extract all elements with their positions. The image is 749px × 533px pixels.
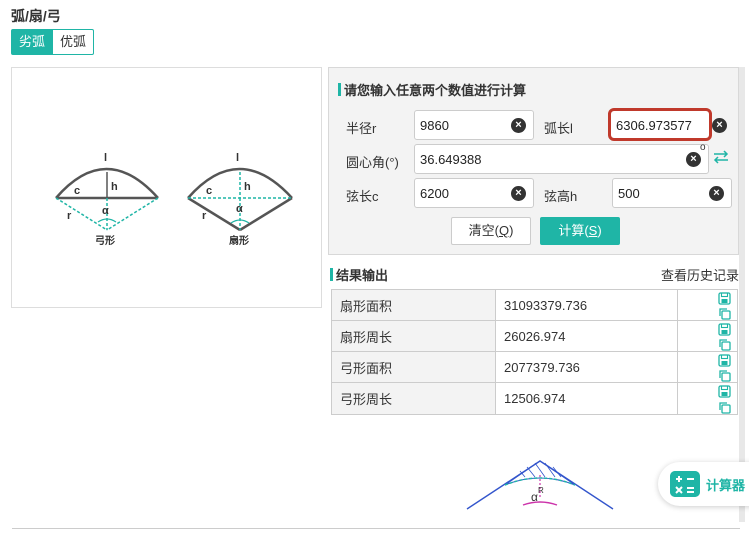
sector-r-label: r	[202, 210, 207, 222]
segment-alpha-label: α	[102, 205, 109, 217]
sector-figure: l h c r α 扇形	[187, 152, 293, 247]
save-icon[interactable]	[718, 354, 731, 367]
chord-label: 弦长c	[346, 189, 379, 204]
table-row: 弓形面积 2077379.736	[331, 351, 738, 384]
angle-value: 36.649388	[420, 152, 482, 167]
angle-input[interactable]: 36.649388 ×	[414, 144, 709, 174]
calculator-title: 请您输入任意两个数值进行计算	[344, 83, 527, 98]
result-value: 31093379.736	[495, 288, 678, 322]
arc-length-input[interactable]: 6306.973577	[608, 108, 712, 141]
angle-clear-icon[interactable]: ×	[686, 152, 701, 167]
result-value: 2077379.736	[495, 351, 678, 384]
arc-length-clear-icon[interactable]: ×	[712, 118, 727, 133]
segment-l-label: l	[104, 152, 107, 164]
copy-icon[interactable]	[718, 401, 731, 414]
height-value: 500	[618, 186, 640, 201]
scrollbar[interactable]	[739, 67, 745, 522]
arc-length-label: 弧长l	[544, 121, 573, 136]
result-accent-bar	[330, 268, 333, 281]
segment-figure: l h c r α 弓形	[55, 152, 159, 247]
radius-value: 9860	[420, 118, 449, 133]
table-row: 扇形面积 31093379.736	[331, 288, 738, 322]
sector-alpha-label: α	[236, 203, 243, 215]
results-title: 结果输出	[336, 268, 389, 283]
copy-icon[interactable]	[718, 369, 731, 383]
result-value: 26026.974	[495, 320, 678, 353]
divider	[12, 528, 740, 529]
chord-value: 6200	[420, 186, 449, 201]
angle-label: 圆心角(°)	[346, 155, 399, 170]
title-accent-bar	[338, 83, 341, 96]
result-name: 扇形周长	[331, 320, 496, 353]
sector-l-label: l	[236, 152, 239, 164]
radius-clear-icon[interactable]: ×	[511, 118, 526, 133]
result-name: 弓形周长	[331, 382, 496, 415]
table-row: 扇形周长 26026.974	[331, 320, 738, 353]
result-name: 扇形面积	[331, 288, 496, 322]
copy-icon[interactable]	[718, 338, 731, 351]
shapes-diagram: l h c r α 弓形 l h c r α 扇形	[55, 152, 293, 247]
clear-button[interactable]: 清空(Q)	[451, 217, 531, 245]
calculator-float-button[interactable]: 计算器	[658, 462, 749, 506]
height-clear-icon[interactable]: ×	[709, 186, 724, 201]
calculator-float-label: 计算器	[706, 477, 746, 493]
degree-unit: o	[700, 142, 706, 153]
calculator-panel: 请您输入任意两个数值进行计算 半径r 9860 × 弧长l 6306.97357…	[328, 67, 739, 255]
curve-alpha-label: α	[531, 490, 538, 504]
page-title: 弧/扇/弓	[11, 8, 61, 24]
save-icon[interactable]	[718, 385, 731, 399]
arc-length-value: 6306.973577	[616, 118, 692, 133]
chord-clear-icon[interactable]: ×	[511, 186, 526, 201]
copy-icon[interactable]	[718, 307, 731, 320]
swap-unit-icon[interactable]	[713, 150, 729, 164]
diagram-box: l h c r α 弓形 l h c r α 扇形	[11, 67, 322, 308]
segment-r-label: r	[67, 210, 72, 222]
sector-h-label: h	[244, 181, 251, 193]
radius-input[interactable]: 9860 ×	[414, 110, 534, 140]
segment-c-label: c	[74, 185, 80, 197]
table-row: 弓形周长 12506.974	[331, 382, 738, 415]
sector-caption: 扇形	[229, 234, 249, 247]
calculator-icon	[670, 471, 700, 497]
tab-major-arc[interactable]: 优弧	[53, 29, 95, 55]
result-value: 12506.974	[495, 382, 678, 415]
height-input[interactable]: 500 ×	[612, 178, 732, 208]
height-label: 弦高h	[544, 189, 578, 204]
save-icon[interactable]	[718, 292, 731, 305]
history-link[interactable]: 查看历史记录	[661, 265, 739, 284]
curve-figure: α R	[466, 460, 614, 510]
arc-type-tabs: 劣弧 优弧	[11, 29, 95, 55]
radius-label: 半径r	[346, 121, 377, 136]
segment-h-label: h	[111, 181, 118, 193]
tab-minor-arc[interactable]: 劣弧	[11, 29, 54, 55]
result-name: 弓形面积	[331, 351, 496, 384]
sector-c-label: c	[206, 185, 212, 197]
chord-input[interactable]: 6200 ×	[414, 178, 534, 208]
save-icon[interactable]	[718, 323, 731, 336]
curve-r-label: R	[538, 486, 544, 495]
results-table: 扇形面积 31093379.736 扇形周长 26026.974 弓形面积 20…	[331, 288, 738, 415]
calculate-button[interactable]: 计算(S)	[540, 217, 620, 245]
segment-caption: 弓形	[95, 235, 115, 247]
